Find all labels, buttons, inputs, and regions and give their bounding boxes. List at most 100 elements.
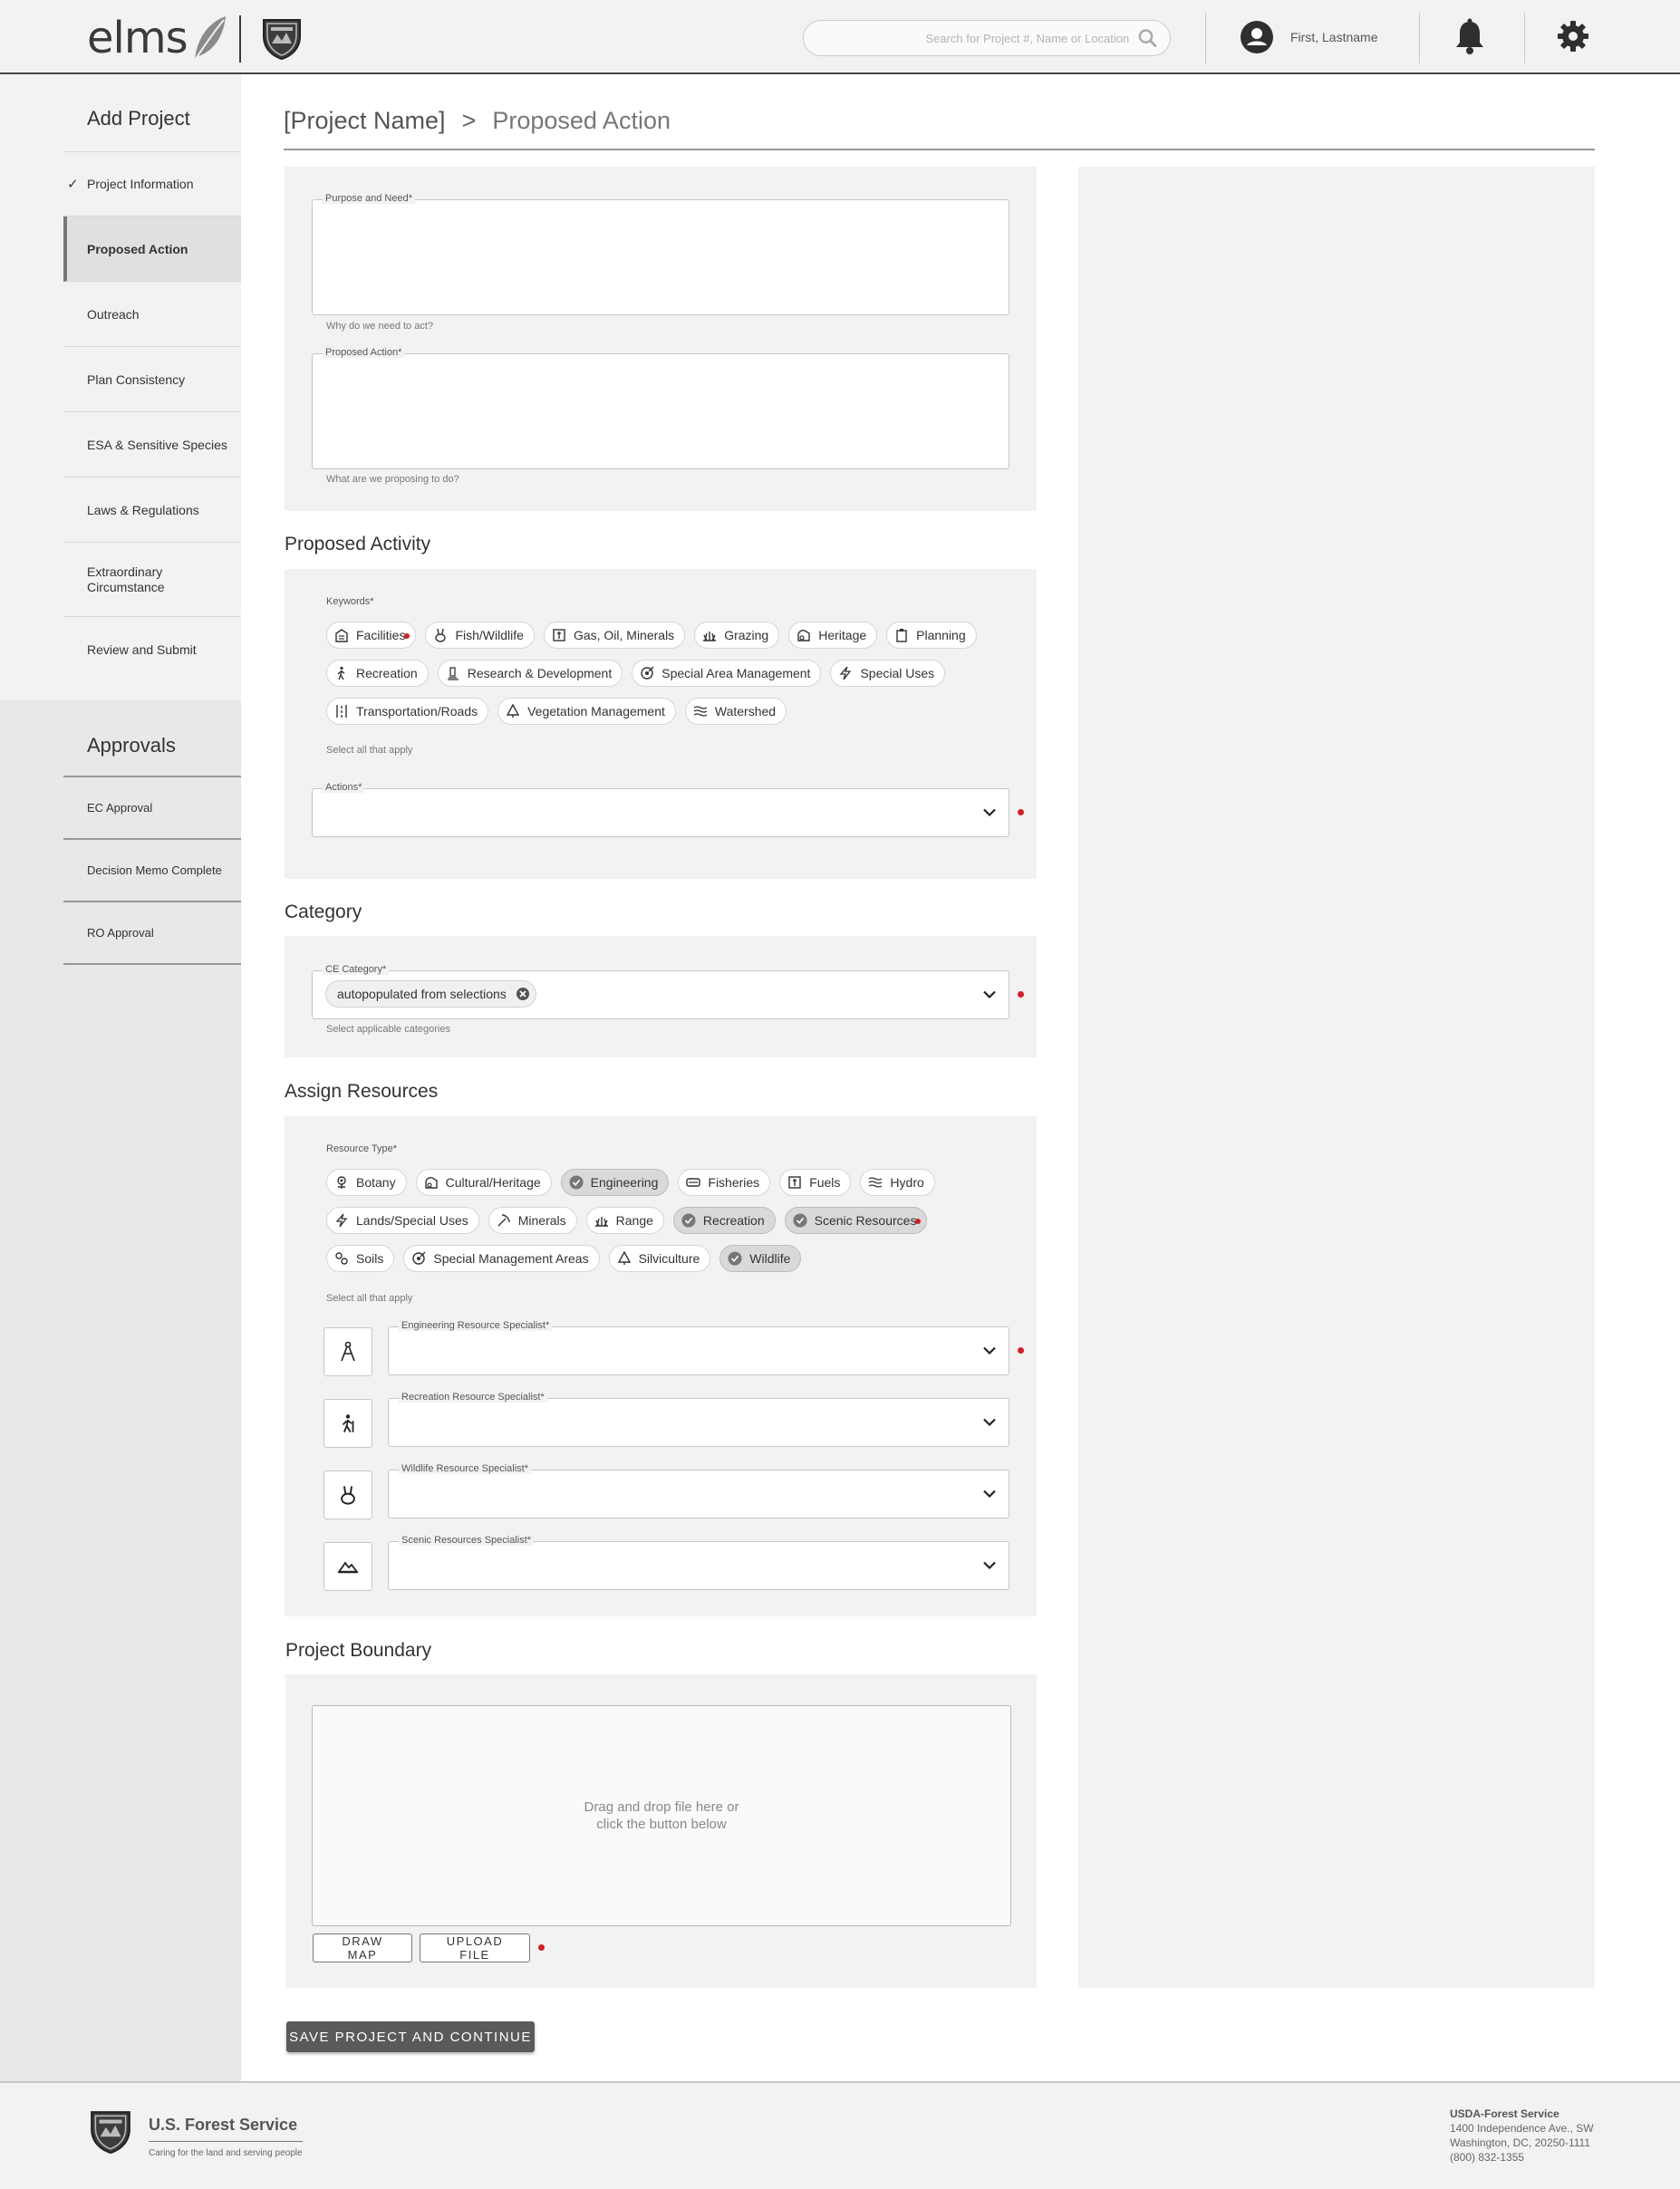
header-divider — [239, 15, 241, 63]
proposed-action-helper: What are we proposing to do? — [326, 474, 459, 485]
breadcrumb-project[interactable]: [Project Name] — [284, 107, 446, 135]
soil-icon — [335, 1252, 348, 1265]
drop-zone-text-1: Drag and drop file here or — [584, 1799, 739, 1815]
resource-chip-fisheries[interactable]: Fisheries — [678, 1169, 771, 1196]
page-footer: U.S. Forest Service Caring for the land … — [0, 2081, 1680, 2189]
search-field[interactable] — [803, 20, 1171, 56]
elms-logo[interactable]: elms — [87, 13, 227, 63]
search-icon[interactable] — [1138, 28, 1157, 48]
keyword-chip-facilities[interactable]: Facilities — [326, 622, 417, 649]
resource-chip-hydro[interactable]: Hydro — [860, 1169, 935, 1196]
breadcrumb: [Project Name] > Proposed Action — [284, 107, 671, 135]
keyword-chip-planning[interactable]: Planning — [886, 622, 977, 649]
keyword-chip-transportation-roads[interactable]: Transportation/Roads — [326, 698, 489, 725]
actions-select[interactable] — [312, 788, 1009, 837]
tree-icon — [506, 704, 520, 718]
resource-chip-cultural-heritage[interactable]: Cultural/Heritage — [415, 1169, 552, 1196]
sidebar-item-project-information[interactable]: ✓ Project Information — [63, 152, 241, 217]
save-continue-button[interactable]: SAVE PROJECT AND CONTINUE — [286, 2021, 535, 2052]
sidebar-item-esa-sensitive-species[interactable]: ESA & Sensitive Species — [63, 412, 241, 477]
chip-label: Special Area Management — [661, 666, 811, 680]
sidebar-item-proposed-action[interactable]: Proposed Action — [63, 217, 241, 282]
sidebar-item-outreach[interactable]: Outreach — [63, 282, 241, 347]
sidebar-item-review-submit[interactable]: Review and Submit — [63, 617, 241, 682]
add-project-nav: Add Project ✓ Project Information Propos… — [0, 74, 241, 699]
keyword-chip-watershed[interactable]: Watershed — [684, 698, 787, 725]
sidebar-item-plan-consistency[interactable]: Plan Consistency — [63, 347, 241, 412]
keyword-chip-research-development[interactable]: Research & Development — [437, 660, 623, 687]
resource-chip-range[interactable]: Range — [585, 1207, 664, 1234]
purpose-need-textarea[interactable] — [312, 199, 1009, 315]
approval-item-ec-approval[interactable]: EC Approval — [63, 777, 241, 840]
ce-category-select[interactable]: autopopulated from selections — [312, 970, 1009, 1019]
chip-label: Planning — [916, 628, 966, 642]
search-input[interactable] — [804, 31, 1139, 45]
remove-tag-icon[interactable] — [516, 987, 530, 1001]
approval-item-ro-approval[interactable]: RO Approval — [63, 902, 241, 965]
resource-row-1: Botany Cultural/Heritage Engineering Fis… — [326, 1169, 935, 1196]
resource-chip-recreation[interactable]: Recreation — [672, 1207, 776, 1234]
engineering-specialist-select[interactable] — [388, 1326, 1009, 1375]
keyword-chip-heritage[interactable]: Heritage — [788, 622, 878, 649]
recreation-specialist-select[interactable] — [388, 1398, 1009, 1447]
resource-chip-wildlife[interactable]: Wildlife — [719, 1245, 802, 1272]
wildlife-specialist-label: Wildlife Resource Specialist* — [399, 1463, 531, 1474]
approval-item-decision-memo[interactable]: Decision Memo Complete — [63, 840, 241, 902]
flower-icon — [337, 1176, 346, 1189]
keyword-chip-grazing[interactable]: Grazing — [694, 622, 780, 649]
check-circle-icon — [569, 1175, 584, 1190]
required-indicator — [538, 1944, 545, 1951]
rabbit-icon — [435, 628, 447, 642]
draw-map-button[interactable]: DRAW MAP — [313, 1933, 412, 1962]
chip-label: Special Uses — [860, 666, 935, 680]
user-menu[interactable]: First, Lastname — [1240, 20, 1377, 54]
keyword-chip-special-area-management[interactable]: Special Area Management — [632, 660, 822, 687]
footer-address-street: 1400 Independence Ave., SW — [1450, 2122, 1594, 2135]
upload-file-button[interactable]: UPLOAD FILE — [420, 1933, 530, 1962]
wildlife-specialist-icon-box — [323, 1471, 372, 1519]
chip-label: Botany — [356, 1175, 396, 1190]
sidebar-item-laws-regulations[interactable]: Laws & Regulations — [63, 477, 241, 543]
road-icon — [336, 705, 347, 718]
keywords-row-3: Transportation/Roads Vegetation Manageme… — [326, 698, 787, 725]
notification-bell-icon[interactable] — [1453, 18, 1486, 56]
user-avatar-icon[interactable] — [1240, 20, 1274, 54]
resource-chip-botany[interactable]: Botany — [326, 1169, 407, 1196]
resource-chip-special-management-areas[interactable]: Special Management Areas — [403, 1245, 600, 1272]
ce-category-helper: Select applicable categories — [326, 1024, 450, 1035]
resource-chip-minerals[interactable]: Minerals — [488, 1207, 577, 1234]
chip-label: Fuels — [809, 1175, 841, 1190]
keyword-chip-recreation[interactable]: Recreation — [326, 660, 429, 687]
ce-category-label: CE Category* — [323, 964, 390, 975]
wildlife-specialist-select[interactable] — [388, 1470, 1009, 1519]
resource-chip-lands-special-uses[interactable]: Lands/Special Uses — [326, 1207, 479, 1234]
keyword-chip-special-uses[interactable]: Special Uses — [830, 660, 946, 687]
sidebar-item-label: Extraordinary Circumstance — [87, 564, 165, 594]
resource-row-2: Lands/Special Uses Minerals Range Recrea… — [326, 1207, 928, 1234]
hiker-icon — [337, 666, 345, 680]
settings-gear-icon[interactable] — [1557, 18, 1589, 54]
scenic-specialist-icon-box — [323, 1542, 372, 1591]
title-divider — [284, 149, 1595, 150]
resource-chip-engineering[interactable]: Engineering — [560, 1169, 670, 1196]
footer-address-city: Washington, DC, 20250-1111 — [1450, 2136, 1590, 2149]
resource-chip-silviculture[interactable]: Silviculture — [608, 1245, 711, 1272]
header-separator — [1419, 13, 1420, 63]
footer-address: USDA-Forest Service 1400 Independence Av… — [1450, 2107, 1594, 2165]
sidebar-item-extraordinary-circumstance[interactable]: Extraordinary Circumstance — [63, 543, 241, 617]
scenic-specialist-select[interactable] — [388, 1541, 1009, 1590]
resource-chip-fuels[interactable]: Fuels — [779, 1169, 852, 1196]
file-drop-zone[interactable]: Drag and drop file here or click the but… — [312, 1705, 1011, 1926]
chip-label: Wildlife — [749, 1251, 791, 1266]
required-indicator — [404, 633, 410, 639]
keyword-chip-gas-oil-minerals[interactable]: Gas, Oil, Minerals — [543, 622, 686, 649]
keyword-chip-fish-wildlife[interactable]: Fish/Wildlife — [425, 622, 535, 649]
user-name[interactable]: First, Lastname — [1290, 30, 1377, 44]
engineering-specialist-icon-box — [323, 1327, 372, 1376]
keyword-chip-vegetation-management[interactable]: Vegetation Management — [497, 698, 676, 725]
mountain-icon — [337, 1561, 359, 1574]
project-boundary-title: Project Boundary — [285, 1640, 432, 1661]
resource-chip-scenic-resources[interactable]: Scenic Resources — [784, 1207, 928, 1234]
proposed-action-textarea[interactable] — [312, 353, 1009, 469]
resource-chip-soils[interactable]: Soils — [326, 1245, 395, 1272]
